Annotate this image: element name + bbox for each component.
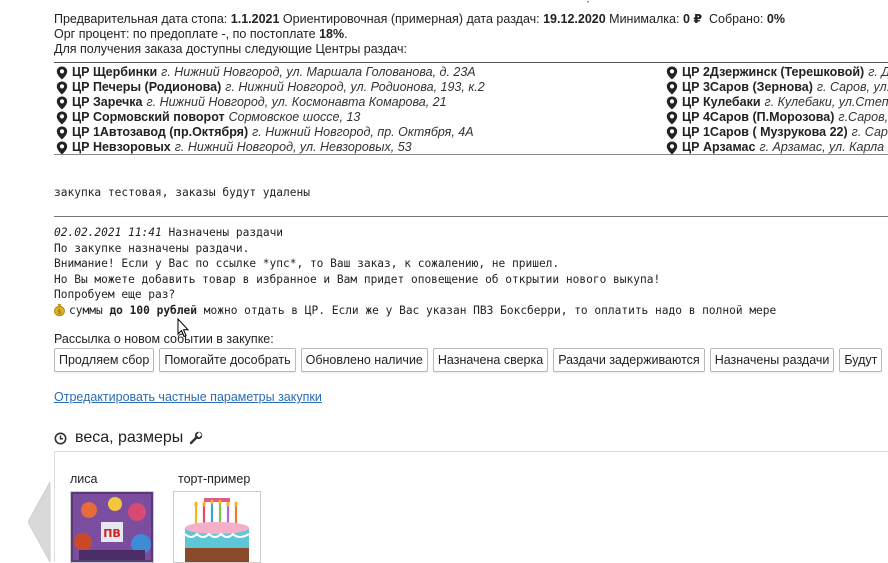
map-pin-icon xyxy=(56,96,68,109)
center-address: г. Нижний Новгород, пр. Октября, 4А xyxy=(252,125,474,139)
map-pin-icon xyxy=(56,66,68,79)
distribution-center-item: ЦР Невзоровых г. Нижний Новгород, ул. Нев… xyxy=(56,140,485,154)
center-name: ЦР Невзоровых xyxy=(72,140,171,154)
center-name: ЦР 2Дзержинск (Терешковой) xyxy=(682,65,865,79)
svg-text:ПВ: ПВ xyxy=(103,527,121,540)
product-image[interactable] xyxy=(173,491,261,563)
money-bag-icon: $ xyxy=(54,303,65,316)
section-header: веса, размеры xyxy=(54,429,211,447)
distribution-center-item: ЦР Сормовский поворот Сормовское шоссе, 1… xyxy=(56,110,485,125)
center-name: ЦР Щербинки xyxy=(72,65,158,79)
map-pin-icon xyxy=(666,96,678,109)
distribution-delayed-button[interactable]: Раздачи задерживаются xyxy=(553,348,705,372)
product-image[interactable]: ПВ xyxy=(70,491,154,563)
distribution-center-item: ЦР 3Саров (Зернова)г. Саров, ул. Зернова xyxy=(666,80,888,95)
red-indicator: ᐧ xyxy=(586,0,590,10)
map-pin-icon xyxy=(56,111,68,124)
center-address: г. Кулебаки, ул.Степана Разина xyxy=(764,95,888,109)
center-name: ЦР 1Автозавод (пр.Октября) xyxy=(72,125,249,139)
map-pin-icon xyxy=(666,126,678,139)
center-address: г. Арзамас, ул. Карла Маркса xyxy=(759,140,888,154)
center-address: г.Саров, ул. П.Морозова xyxy=(838,110,888,124)
svg-text:$: $ xyxy=(58,308,62,315)
map-pin-icon xyxy=(666,81,678,94)
product-label: торт-пример xyxy=(178,472,251,486)
reconciliation-button[interactable]: Назначена сверка xyxy=(432,348,549,372)
stock-updated-button[interactable]: Обновлено наличие xyxy=(300,348,428,372)
distribution-center-item: ЦР Заречка г. Нижний Новгород, ул. Космон… xyxy=(56,95,485,110)
center-address: г. Саров xyxy=(851,125,888,139)
distribution-center-item: ЦР 1Автозавод (пр.Октября) г. Нижний Новг… xyxy=(56,125,485,140)
clock-icon xyxy=(54,432,67,444)
distribution-center-item: ЦР Щербинки г. Нижний Новгород, ул. Марша… xyxy=(56,65,485,80)
distribution-assigned-button[interactable]: Назначены раздачи xyxy=(709,348,835,372)
center-address: Сормовское шоссе, 13 xyxy=(228,110,361,124)
centers-label: Для получения заказа доступны следующие … xyxy=(54,42,407,56)
center-address: г. Нижний Новгород, ул. Космонавта Комар… xyxy=(146,95,447,109)
center-name: ЦР 3Саров (Зернова) xyxy=(682,80,813,94)
map-pin-icon xyxy=(666,66,678,79)
event-message: 02.02.2021 11:41 Назначены раздачи По за… xyxy=(54,226,777,317)
map-pin-icon xyxy=(56,141,68,154)
distribution-center-item: ЦР 1Саров ( Музрукова 22)г. Саров xyxy=(666,125,888,140)
mailing-label: Рассылка о новом событии в закупке: xyxy=(54,332,274,346)
center-name: ЦР Заречка xyxy=(72,95,143,109)
distribution-center-item: ЦР Печеры (Родионова) г. Нижний Новгород,… xyxy=(56,80,485,95)
distribution-centers: ЦР Щербинки г. Нижний Новгород, ул. Марша… xyxy=(54,62,888,155)
divider xyxy=(54,216,888,217)
will-be-button[interactable]: Будут xyxy=(839,348,883,372)
test-note: закупка тестовая, заказы будут удалены xyxy=(54,186,310,199)
minimum-value: 0 ₽ xyxy=(682,12,703,26)
mailing-buttons: Продляем сбор Помогайте дособрать Обновл… xyxy=(54,348,883,372)
center-name: ЦР Арзамас xyxy=(682,140,756,154)
center-address: г. Нижний Новгород, ул. Родионова, 193, … xyxy=(225,80,485,94)
center-name: ЦР 4Саров (П.Морозова) xyxy=(682,110,835,124)
amount-highlight: до 100 рублей xyxy=(109,303,197,317)
center-address: г. Нижний Новгород, ул. Маршала Головано… xyxy=(161,65,476,79)
wrench-icon[interactable] xyxy=(189,431,203,445)
center-address: г. Нижний Новгород, ул. Невзоровых, 53 xyxy=(174,140,412,154)
purchase-info: Предварительная дата стопа: 1.1.2021 Ори… xyxy=(54,12,888,57)
mouse-cursor-icon xyxy=(177,318,189,338)
centers-right-column: ЦР 2Дзержинск (Терешковой)г. ДзержинскЦР… xyxy=(666,65,888,154)
collected-value: 0% xyxy=(766,12,785,26)
product-label: лиса xyxy=(70,472,98,486)
center-name: ЦР Кулебаки xyxy=(682,95,761,109)
distribution-center-item: ЦР Арзамасг. Арзамас, ул. Карла Маркса xyxy=(666,140,888,154)
message-datetime: 02.02.2021 11:41 xyxy=(54,226,162,239)
distribution-date: 19.12.2020 xyxy=(543,12,606,26)
center-address: г. Дзержинск xyxy=(868,65,888,79)
centers-left-column: ЦР Щербинки г. Нижний Новгород, ул. Марша… xyxy=(56,65,485,154)
center-address: г. Саров, ул. Зернова xyxy=(816,80,888,94)
map-pin-icon xyxy=(56,126,68,139)
map-pin-icon xyxy=(666,111,678,124)
section-title: веса, размеры xyxy=(75,429,184,446)
map-pin-icon xyxy=(56,81,68,94)
help-collect-button[interactable]: Помогайте дособрать xyxy=(159,348,296,372)
extend-collection-button[interactable]: Продляем сбор xyxy=(54,348,155,372)
map-pin-icon xyxy=(666,141,678,154)
center-name: ЦР Печеры (Родионова) xyxy=(72,80,222,94)
distribution-center-item: ЦР 4Саров (П.Морозова)г.Саров, ул. П.Мор… xyxy=(666,110,888,125)
arrow-left-icon[interactable] xyxy=(28,482,52,562)
edit-params-link[interactable]: Отредактировать частные параметры закупк… xyxy=(54,390,322,404)
distribution-center-item: ЦР 2Дзержинск (Терешковой)г. Дзержинск xyxy=(666,65,888,80)
distribution-center-item: ЦР Кулебакиг. Кулебаки, ул.Степана Разин… xyxy=(666,95,888,110)
message-title: Назначены раздачи xyxy=(168,226,284,239)
org-percent: 18% xyxy=(319,27,345,41)
stop-date: 1.1.2021 xyxy=(230,12,280,26)
center-name: ЦР 1Саров ( Музрукова 22) xyxy=(682,125,848,139)
center-name: ЦР Сормовский поворот xyxy=(72,110,225,124)
